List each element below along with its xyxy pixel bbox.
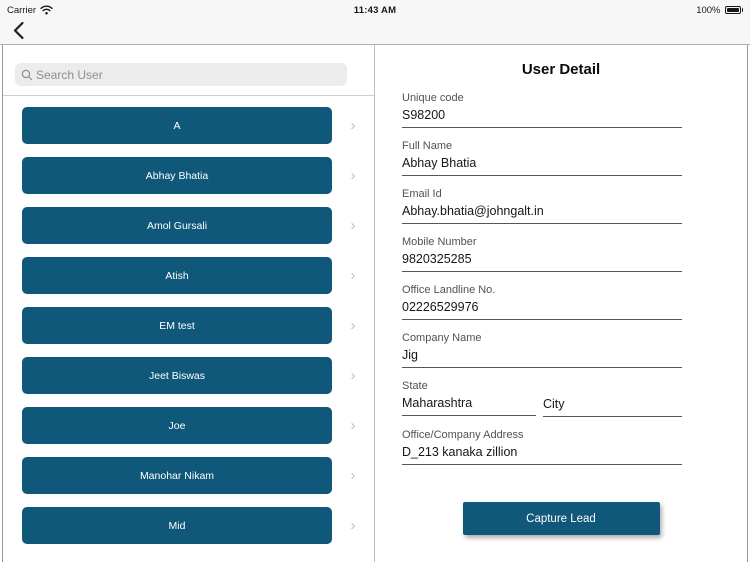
chevron-left-icon <box>12 21 25 43</box>
field-label: State <box>402 380 428 392</box>
user-item-button[interactable]: Jeet Biswas <box>22 357 332 394</box>
wifi-icon <box>40 5 53 15</box>
chevron-right-icon[interactable]: › <box>332 318 374 333</box>
user-list-row: Abhay Bhatia › <box>3 157 374 194</box>
field-label: Full Name <box>402 140 453 152</box>
field-value[interactable]: Abhay.bhatia@johngalt.in <box>402 203 682 224</box>
user-list-row: EM test › <box>3 307 374 344</box>
user-item-button[interactable]: EM test <box>22 307 332 344</box>
field-value[interactable]: 9820325285 <box>402 251 682 272</box>
user-item-button[interactable]: A <box>22 107 332 144</box>
chevron-right-icon[interactable]: › <box>332 268 374 283</box>
chevron-right-icon[interactable]: › <box>332 418 374 433</box>
user-list-row: Mid › <box>3 507 374 544</box>
navigation-bar <box>0 20 750 45</box>
state-field: State Maharashtra <box>402 379 536 417</box>
form-field: Unique code S98200 <box>402 91 682 128</box>
status-bar: Carrier 11:43 AM 100% <box>0 0 750 20</box>
page-title: User Detail <box>521 61 601 78</box>
user-item-button[interactable]: Joe <box>22 407 332 444</box>
battery-percent-label: 100% <box>696 4 721 16</box>
field-label: Office/Company Address <box>402 429 524 441</box>
user-list-row: Manohar Nikam › <box>3 457 374 494</box>
chevron-right-icon[interactable]: › <box>332 468 374 483</box>
chevron-right-icon[interactable]: › <box>332 118 374 133</box>
user-list-row: Joe › <box>3 407 374 444</box>
chevron-right-icon[interactable]: › <box>332 218 374 233</box>
user-detail-panel: User Detail Unique code S98200 Full Name… <box>375 45 747 562</box>
city-input[interactable] <box>543 396 682 417</box>
user-item-button[interactable]: Mid <box>22 507 332 544</box>
carrier-label: Carrier <box>7 4 37 16</box>
field-value[interactable]: S98200 <box>402 107 682 128</box>
content-area: A › Abhay Bhatia › Amol Gursali › A <box>2 45 748 562</box>
user-list-panel: A › Abhay Bhatia › Amol Gursali › A <box>3 45 374 562</box>
city-field <box>543 379 682 417</box>
search-input[interactable] <box>36 63 341 86</box>
field-value[interactable]: Jig <box>402 347 682 368</box>
field-label: Mobile Number <box>402 236 477 248</box>
field-value[interactable]: D_213 kanaka zillion <box>402 444 682 465</box>
form-field: Mobile Number 9820325285 <box>402 235 682 272</box>
battery-icon <box>724 6 743 14</box>
user-item-button[interactable]: Atish <box>22 257 332 294</box>
back-button[interactable] <box>12 21 25 43</box>
clock-time: 11:43 AM <box>353 4 397 16</box>
user-list-row: Jeet Biswas › <box>3 357 374 394</box>
field-label: Company Name <box>402 332 482 344</box>
search-bar <box>15 63 347 86</box>
form-field: Office Landline No. 02226529976 <box>402 283 682 320</box>
field-label: Unique code <box>402 92 464 104</box>
capture-lead-button[interactable]: Capture Lead <box>462 502 660 535</box>
chevron-right-icon[interactable]: › <box>332 168 374 183</box>
user-item-button[interactable]: Amol Gursali <box>22 207 332 244</box>
field-value[interactable]: Abhay Bhatia <box>402 155 682 176</box>
field-value[interactable]: 02226529976 <box>402 299 682 320</box>
field-value[interactable]: Maharashtra <box>402 395 536 416</box>
form-field: Email Id Abhay.bhatia@johngalt.in <box>402 187 682 224</box>
user-list-row: Amol Gursali › <box>3 207 374 244</box>
field-label: Office Landline No. <box>402 284 496 296</box>
app-window: Carrier 11:43 AM 100% Search User A › Ab… <box>0 0 750 562</box>
form-field: Company Name Jig <box>402 331 682 368</box>
simple-fields: Unique code S98200 Full Name Abhay Bhati… <box>402 91 682 368</box>
search-icon <box>21 69 33 81</box>
chevron-right-icon[interactable]: › <box>332 518 374 533</box>
user-list-row: A › <box>3 107 374 144</box>
address-field: Office/Company Address D_213 kanaka zill… <box>402 428 682 465</box>
detail-fields: Unique code S98200 Full Name Abhay Bhati… <box>402 91 682 465</box>
chevron-right-icon[interactable]: › <box>332 368 374 383</box>
user-list: A › Abhay Bhatia › Amol Gursali › Atish … <box>3 96 374 544</box>
state-city-row: State Maharashtra <box>402 379 682 417</box>
field-label: Email Id <box>402 188 442 200</box>
user-list-row: Atish › <box>3 257 374 294</box>
user-item-button[interactable]: Manohar Nikam <box>22 457 332 494</box>
user-item-button[interactable]: Abhay Bhatia <box>22 157 332 194</box>
form-field: Full Name Abhay Bhatia <box>402 139 682 176</box>
